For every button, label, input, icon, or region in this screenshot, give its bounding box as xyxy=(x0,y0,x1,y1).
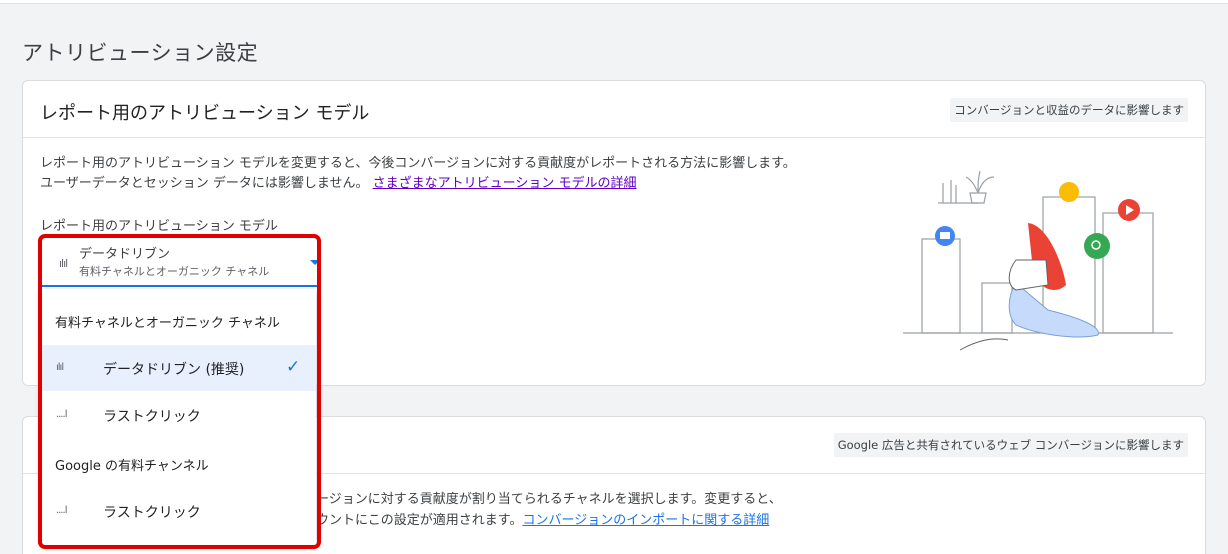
attribution-model-menu: 有料チャネルとオーガニック チャネル ılıl データドリブン (推奨) ✓ .… xyxy=(41,289,316,545)
conversion-import-link[interactable]: コンバージョンのインポートに関する詳細 xyxy=(522,513,769,528)
description-text: ウントにこの設定が適用されます。 xyxy=(316,513,523,528)
menu-group-google-paid: Google の有料チャンネル xyxy=(55,459,209,474)
description-line-1: ージョンに対する貢献度が割り当てられるチャネルを選択します。変更すると、 xyxy=(316,492,782,507)
description-line-1: レポート用のアトリビューション モデルを変更すると、今後コンバージョンに対する貢… xyxy=(40,156,796,171)
menu-group-paid-organic: 有料チャネルとオーガニック チャネル xyxy=(55,316,280,331)
menu-item-google-last-click[interactable]: ....l ラストクリック xyxy=(41,488,316,534)
menu-item-last-click[interactable]: ....l ラストクリック xyxy=(41,392,316,438)
impact-chip: コンバージョンと収益のデータに影響します xyxy=(950,98,1188,122)
attribution-illustration xyxy=(903,170,1173,351)
select-value: データドリブン xyxy=(79,247,171,262)
dropdown-arrow-icon[interactable] xyxy=(310,260,320,265)
menu-item-label: ラストクリック xyxy=(103,409,201,425)
bar-chart-icon: ılıl xyxy=(56,362,64,373)
field-label: レポート用のアトリビューション モデル xyxy=(40,219,278,234)
attribution-models-link[interactable]: さまざまなアトリビューション モデルの詳細 xyxy=(373,176,637,191)
select-subtext: 有料チャネルとオーガニック チャネル xyxy=(79,265,270,278)
bar-chart-icon: ....l xyxy=(56,409,67,420)
description-line-2: ウントにこの設定が適用されます。コンバージョンのインポートに関する詳細 xyxy=(316,510,782,531)
page-title: アトリビューション設定 xyxy=(22,41,259,65)
menu-item-label: ラストクリック xyxy=(103,505,201,521)
card-description: レポート用のアトリビューション モデルを変更すると、今後コンバージョンに対する貢… xyxy=(40,154,796,194)
attribution-model-select[interactable]: ılıl データドリブン 有料チャネルとオーガニック チャネル xyxy=(42,237,320,287)
menu-item-label: データドリブン (推奨) xyxy=(103,362,245,378)
check-icon: ✓ xyxy=(286,357,301,377)
description-line-2: ユーザーデータとセッション データには影響しません。 さまざまなアトリビューショ… xyxy=(40,174,796,194)
card-header: レポート用のアトリビューション モデル コンバージョンと収益のデータに影響します xyxy=(23,81,1205,138)
card-title: レポート用のアトリビューション モデル xyxy=(40,103,370,124)
top-divider xyxy=(0,0,1228,4)
menu-item-data-driven[interactable]: ılıl データドリブン (推奨) ✓ xyxy=(41,345,316,391)
bar-chart-icon: ....l xyxy=(56,505,67,516)
card-description: ージョンに対する貢献度が割り当てられるチャネルを選択します。変更すると、 ウント… xyxy=(316,489,782,531)
description-text: ユーザーデータとセッション データには影響しません。 xyxy=(40,176,369,191)
impact-chip: Google 広告と共有されているウェブ コンバージョンに影響します xyxy=(833,433,1188,457)
bar-chart-icon: ılıl xyxy=(59,257,68,270)
